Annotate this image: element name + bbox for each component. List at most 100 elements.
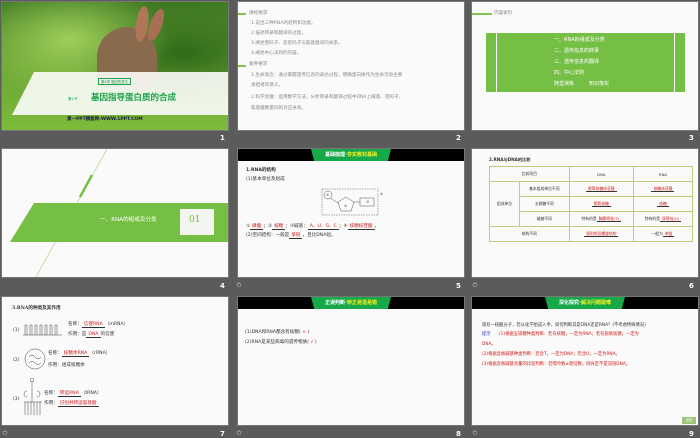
slide-title: 基因指导蛋白质的合成 xyxy=(91,93,177,103)
requirement-item: 2.描述转录和翻译的过程。 xyxy=(251,31,306,36)
table-header: DNA xyxy=(568,166,634,182)
animation-star-icon[interactable]: ✩ xyxy=(236,429,242,437)
toc-item[interactable]: 三、遗传信息的翻译 xyxy=(554,59,599,65)
diagram-label: ② xyxy=(344,204,348,208)
requirement-item: 1.说出三种RNA的结构和功能。 xyxy=(251,21,316,26)
answer: DNA xyxy=(86,332,101,338)
rna-name: 名称： 核糖体RNA （rRNA） xyxy=(48,351,110,357)
slide-number: 5 xyxy=(456,282,461,290)
hint-line: DNA。 xyxy=(482,342,496,347)
answer: √ xyxy=(310,340,314,345)
answer: 信使RNA xyxy=(81,322,105,328)
slide-thumbnail-6[interactable]: 2.RNA与DNA的比较 比较项目 DNA RNA 组成单位 基本组成单位不同 脱氧核糖… xyxy=(472,149,698,277)
cell-answer: 脱氧核糖核苷酸 xyxy=(586,186,617,192)
slide-thumbnail-5[interactable]: 基础梳理·夯实教材基础 1.RNA的结构 (1)基本单位及组成 ① ② ③ ④ … xyxy=(238,149,464,277)
value: 组成核糖体 xyxy=(61,363,85,368)
cell-answer: 规则的双螺旋结构 xyxy=(584,231,619,237)
requirement-item: 4.阐述中心法则的内容。 xyxy=(251,51,302,56)
answer-line: ① 磷酸 ；② 核糖 ；③碱基： A、U、G、C ；④ 核糖核苷酸。 xyxy=(246,224,380,230)
answer: 核糖核苷酸 xyxy=(347,224,375,230)
rna-name: 名称： 转运RNA （tRNA） xyxy=(44,391,102,397)
banner-label: 正误判断· xyxy=(325,300,347,306)
cell: 特有的是 xyxy=(644,216,660,221)
cell-answer: 核糖核苷酸 xyxy=(651,186,675,192)
slide-thumbnail-4[interactable]: 一、RNA的组成及分类 01 xyxy=(2,149,228,277)
rna-function: 作用： 识别并转运氨基酸 xyxy=(44,401,99,407)
animation-star-icon[interactable]: ✩ xyxy=(472,281,478,289)
answer: 识别并转运氨基酸 xyxy=(57,401,99,407)
item-index: (1) xyxy=(13,328,20,333)
banner-sublabel: 矫正易混易错 xyxy=(346,300,377,306)
subheading: (1)基本单位及组成 xyxy=(246,177,285,182)
answer-line: (2)空间结构：一般是 单链 ，且比DNA短。 xyxy=(246,233,336,239)
section-heading: 素养要求 xyxy=(249,62,268,67)
slide-number: 9 xyxy=(689,430,694,438)
label: 的信使 xyxy=(100,332,115,337)
rna-name: 名称： 信使RNA （mRNA） xyxy=(68,322,128,328)
table-row: 结构不同 规则的双螺旋结构 一般为 单链 xyxy=(489,226,694,242)
question: 现有一核酸分子，若从化学组成入手，如何判断其是DNA还是RNA？(不考虑特殊情况… xyxy=(482,323,646,328)
slide-number: 1 xyxy=(220,134,225,142)
table-header: 比较项目 xyxy=(489,166,570,182)
table-row: 五碳糖不同 脱氧核糖 核糖 xyxy=(490,196,694,212)
answer: 单链 xyxy=(289,233,303,239)
item-index: (3) xyxy=(13,397,20,402)
cell-answer: 核糖 xyxy=(657,201,669,207)
heading: 2.RNA与DNA的比较 xyxy=(489,157,531,162)
banner: 正误判断·矫正易混易错 xyxy=(238,297,464,309)
banner: 深化探究·解决问题疑难 xyxy=(472,297,698,309)
rna-function: 作用：组成核糖体 xyxy=(48,363,85,369)
literacy-item: 氨基酸数量间的对应关系。 xyxy=(251,106,307,111)
label: ③碱基： xyxy=(289,224,308,229)
label: 名称： xyxy=(48,351,62,356)
hint-line: (2)根据含氮碱基种类判断：若含T，一定为DNA；若含U，一定为RNA。 xyxy=(482,352,620,357)
paren: ) xyxy=(314,340,317,345)
label: 作用： xyxy=(48,363,62,368)
literacy-item: 1.生命观念：通过掌握遗传信息的表达过程，明确蛋白质作为生命活动主要 xyxy=(251,73,403,78)
back-button[interactable]: 返回 xyxy=(682,417,696,424)
judgement-item: (2)RNA是某些病毒的遗传物质( √ ) xyxy=(245,340,317,346)
cell: 基本组成单位不同 xyxy=(519,181,570,197)
cell: 特有的是 xyxy=(581,216,597,221)
slide-thumbnail-1[interactable]: 第4章 基因的表达 第1节 基因指导蛋白质的合成 第一PPT模板网-WWW.1P… xyxy=(2,2,228,130)
accent-line xyxy=(238,13,246,15)
toc-item[interactable]: 知识落实 xyxy=(589,81,609,87)
slide-thumbnail-3[interactable]: 内容索引 一、RNA的组成及分类 二、遗传信息的转录 三、遗传信息的翻译 四、中… xyxy=(472,2,698,130)
table-row: 碱基不同 特有的是 胸腺嘧啶(T) 特有的是 尿嘧啶(U) xyxy=(490,211,694,227)
slide-number: 7 xyxy=(220,430,225,438)
slide-number: 3 xyxy=(689,134,694,142)
chapter-badge: 第4章 基因的表达 xyxy=(98,78,131,86)
answer: × xyxy=(302,330,307,335)
cell-answer: 脱氧核糖 xyxy=(591,201,611,207)
answer: 转运RNA xyxy=(57,391,81,397)
cell: 碱基不同 xyxy=(519,211,570,227)
animation-star-icon[interactable]: ✩ xyxy=(472,429,478,437)
cell: 一般为 xyxy=(651,231,663,236)
toc-item[interactable]: 随堂演练 xyxy=(554,81,574,87)
slide-thumbnail-8[interactable]: 正误判断·矫正易混易错 (1)DNA和RNA都含有核糖( × ) (2)RNA是… xyxy=(238,297,464,425)
statement: (1)DNA和RNA都含有核糖( xyxy=(245,330,301,335)
label: 名称： xyxy=(44,391,58,396)
diagram-label: ④ xyxy=(380,192,384,196)
answer: 核糖体RNA xyxy=(61,351,90,357)
section-heading: 课标要求 xyxy=(249,11,268,16)
hint-line: (1)根据五碳糖种类判断：若有核糖，一定为RNA；若有脱氧核糖，一定为 xyxy=(499,332,639,337)
cell: 五碳糖不同 xyxy=(519,196,570,212)
slide-number: 2 xyxy=(456,134,461,142)
slide-thumbnail-7[interactable]: 3.RNA的种类及其作用 (1) 名称： 信使RNA （mRNA） 作用：是 DNA 的… xyxy=(2,297,228,425)
toc-item[interactable]: 二、遗传信息的转录 xyxy=(554,48,599,54)
label: ，且比DNA短。 xyxy=(302,233,336,238)
animation-star-icon[interactable]: ✩ xyxy=(236,281,242,289)
banner-label: 基础梳理· xyxy=(325,152,347,158)
slide-thumbnail-2[interactable]: 课标要求 1.说出三种RNA的结构和功能。 2.描述转录和翻译的过程。 3.阐述… xyxy=(238,2,464,130)
slide-thumbnail-9[interactable]: 深化探究·解决问题疑难 现有一核酸分子，若从化学组成入手，如何判断其是DNA还是… xyxy=(472,297,698,425)
accent-line xyxy=(238,65,246,67)
item-index: (2) xyxy=(13,358,20,363)
toc-item[interactable]: 一、RNA的组成及分类 xyxy=(554,37,605,43)
animation-star-icon[interactable]: ✩ xyxy=(2,429,8,437)
label: 作用： xyxy=(68,332,82,337)
banner-label: 深化探究· xyxy=(559,300,581,306)
toc-item[interactable]: 四、中心法则 xyxy=(554,70,584,76)
cell: 结构不同 xyxy=(489,226,570,242)
slide-number: 8 xyxy=(456,430,461,438)
